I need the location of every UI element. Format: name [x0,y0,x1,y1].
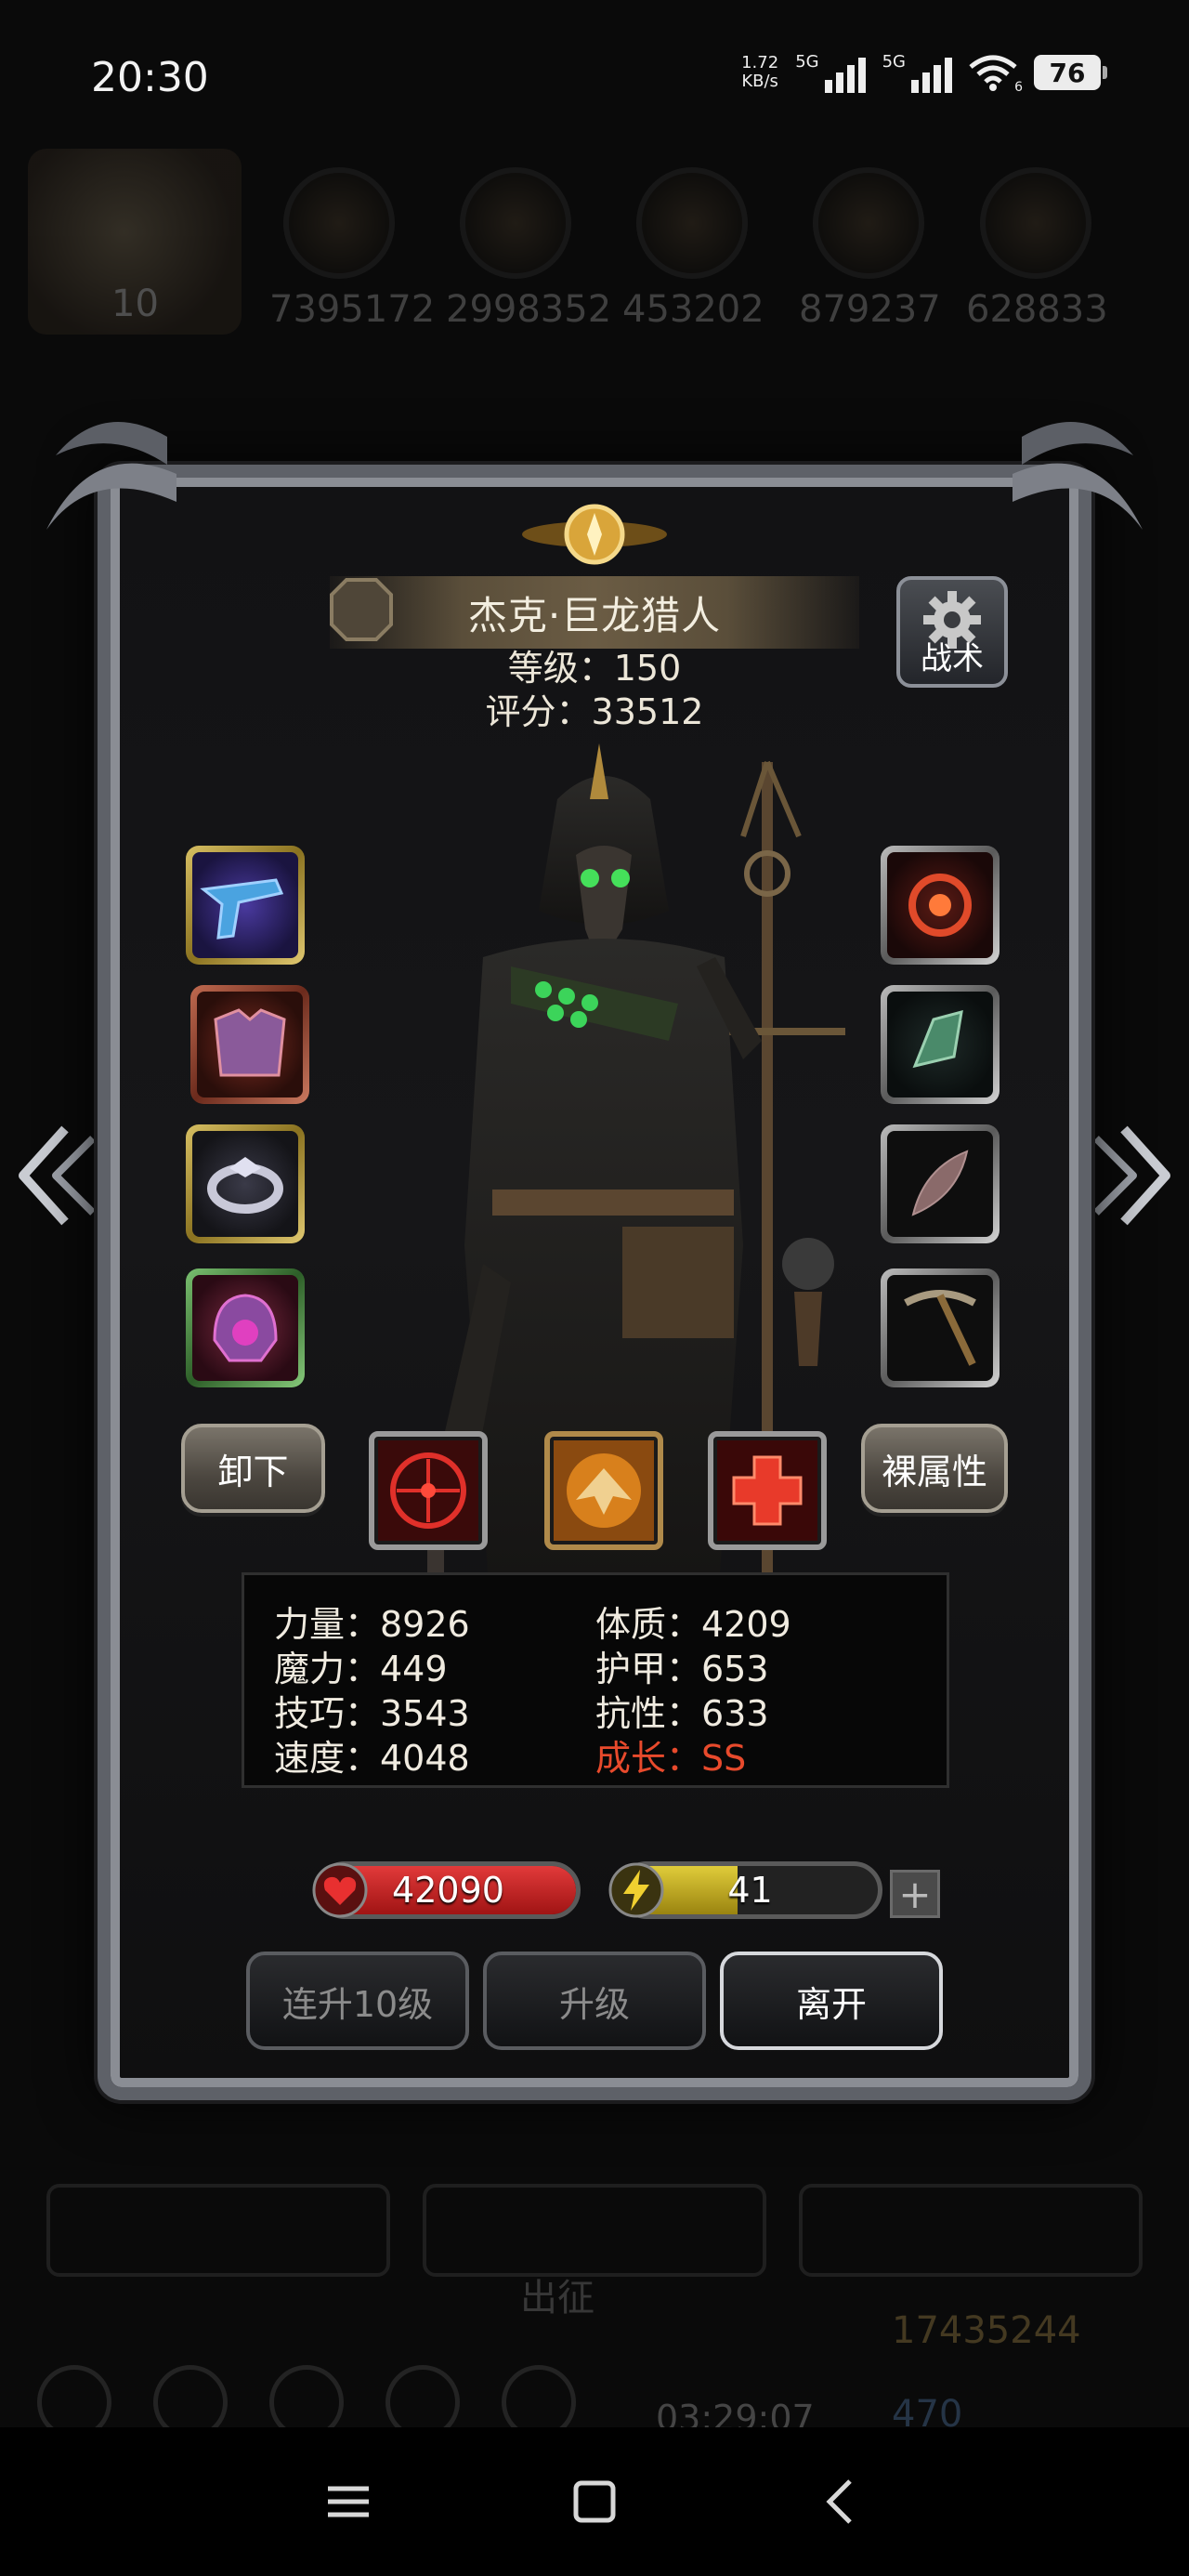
crosshair-icon [378,1440,478,1541]
frame-horn-icon [46,422,176,530]
deploy-label: 出征 [520,2277,594,2320]
hero-name-bar: 杰克·巨龙猎人 [330,576,859,649]
menu-icon[interactable] [311,2464,385,2539]
stat-speed: 速度：4048 [274,1738,470,1779]
heart-icon [312,1862,368,1918]
skill-slot-target[interactable] [369,1431,488,1550]
resource-item: 2998352 [446,167,611,331]
hero-name: 杰克·巨龙猎人 [467,592,722,638]
level-up-10-button[interactable]: 连升10级 [246,1952,469,2050]
wifi-icon: 6 [969,54,1023,95]
unequip-button[interactable]: 卸下 [181,1424,325,1513]
cell-signal-icon: 5G [882,52,952,93]
base-attributes-button[interactable]: 裸属性 [861,1424,1008,1513]
tactics-button[interactable]: 战术 [896,576,1008,688]
stat-magic: 魔力：449 [274,1649,448,1689]
status-bar: 20:30 1.72 KB/s 5G 5G 6 76 [0,0,1189,149]
skill-slot-heal[interactable] [708,1431,827,1550]
background-tabs [46,2184,1143,2277]
cell-signal-icon: 5G [795,52,866,93]
gold-amount: 17435244 [892,2309,1081,2352]
add-energy-button[interactable]: + [890,1870,940,1918]
resource-item: 453202 [622,167,764,331]
system-navigation-bar [0,2427,1189,2576]
equipment-slot-amulet[interactable] [881,846,1000,965]
red-cross-icon [717,1440,817,1541]
helmet-icon [213,1294,278,1362]
stat-constitution: 体质：4209 [595,1604,791,1645]
frame-horn-icon [1013,422,1143,530]
resource-item: 628833 [966,167,1108,331]
leave-button[interactable]: 离开 [720,1952,943,2050]
stat-strength: 力量：8926 [274,1604,470,1645]
resource-item: 7395172 [269,167,435,331]
equipment-slot-ring[interactable] [186,1124,305,1243]
equipment-slot-feather[interactable] [881,1124,1000,1243]
equipment-slot-helmet[interactable] [186,1268,305,1387]
player-avatar: 10 [28,149,242,335]
equipment-slot-tool[interactable] [881,1268,1000,1387]
hero-class-badge-icon [330,578,393,641]
stat-growth: 成长：SS [595,1738,747,1779]
pickaxe-icon [904,1290,976,1366]
chest-armor-icon [214,1008,286,1077]
stat-resistance: 抗性：633 [595,1693,769,1734]
golden-emblem-icon [522,504,667,565]
battery-icon: 76 [1034,55,1107,90]
feather-icon [911,1150,969,1216]
hero-detail-panel: 杰克·巨龙猎人 等级：150 评分：33512 战术 卸下 裸属性 力量：892… [37,390,1152,2119]
home-icon[interactable] [557,2464,632,2539]
stat-skill: 技巧：3543 [274,1693,470,1734]
pistol-icon [200,878,284,940]
crystal-icon [912,1009,963,1069]
back-icon[interactable] [804,2464,878,2539]
skill-slot-dragon[interactable] [544,1431,663,1550]
equipment-slot-armor[interactable] [190,985,309,1104]
equipment-slot-crystal[interactable] [881,985,1000,1104]
resource-item: 879237 [799,167,941,331]
network-speed: 1.72 KB/s [741,53,779,91]
status-time: 20:30 [91,54,209,101]
level-up-button[interactable]: 升级 [483,1952,706,2050]
dragon-skull-icon [554,1440,654,1541]
stats-panel: 力量：8926 体质：4209 魔力：449 护甲：653 技巧：3543 抗性… [242,1572,949,1788]
resource-bar: 10 7395172 2998352 453202 879237 628833 [0,149,1189,353]
ring-icon [207,1157,283,1214]
equipment-slot-weapon[interactable] [186,846,305,965]
stat-armor: 护甲：653 [595,1649,769,1689]
lightning-icon [608,1862,664,1918]
status-icons: 1.72 KB/s 5G 5G 6 76 [741,52,1107,95]
amulet-icon [908,874,972,937]
